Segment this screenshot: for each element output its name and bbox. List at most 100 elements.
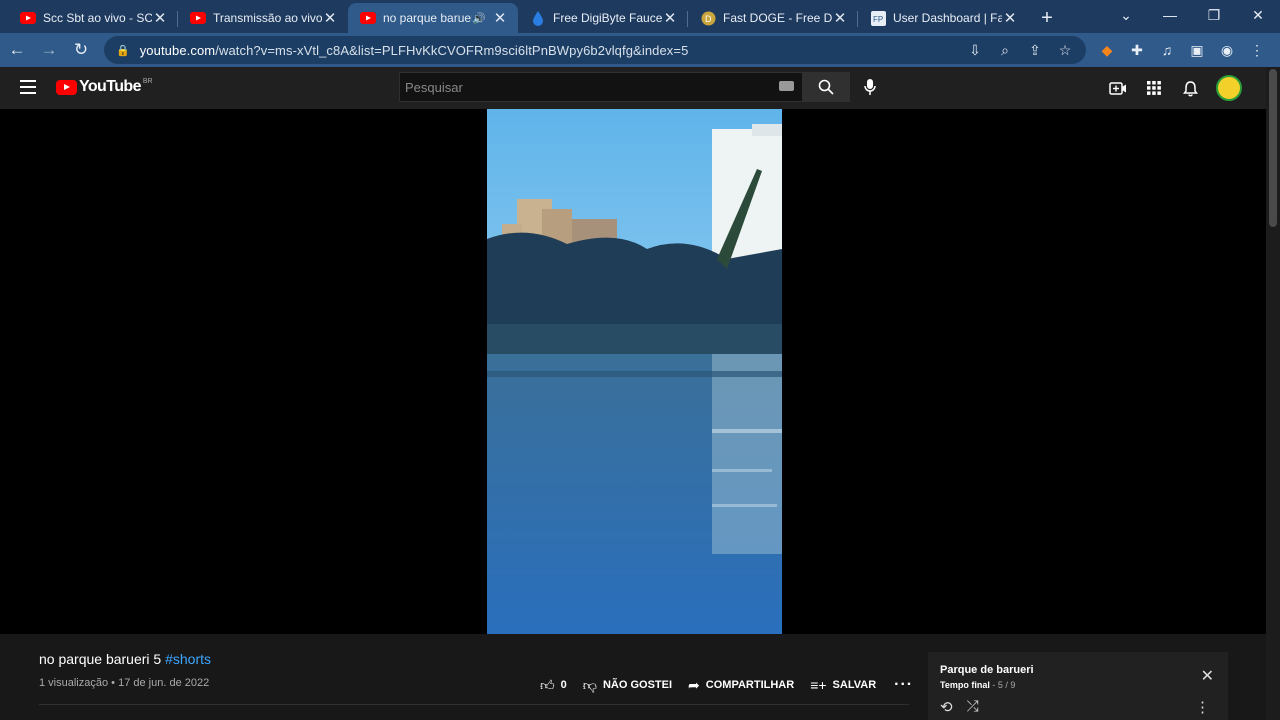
back-icon[interactable]: ←	[2, 35, 32, 65]
logo-text: YouTube	[79, 78, 141, 95]
side-panel-icon[interactable]: ▣	[1182, 42, 1212, 59]
zoom-icon[interactable]: ⌕	[990, 42, 1020, 59]
scrollbar-thumb[interactable]	[1269, 69, 1277, 227]
digibyte-drop-icon	[530, 10, 546, 26]
youtube-icon	[360, 10, 376, 26]
close-tab-icon[interactable]: ✕	[152, 9, 168, 27]
close-playlist-icon[interactable]: ✕	[1201, 666, 1214, 686]
url-text[interactable]: youtube.com/watch?v=ms-xVtl_c8A&list=PLF…	[140, 43, 689, 58]
search-input[interactable]: Pesquisar	[399, 72, 803, 102]
close-tab-icon[interactable]: ✕	[1002, 9, 1018, 27]
video-player[interactable]	[0, 109, 1266, 634]
browser-tab[interactable]: Scc Sbt ao vivo - SCC ✕	[8, 3, 178, 33]
window-controls: ⌄ — ❐ ✕	[1104, 0, 1280, 30]
install-icon[interactable]: ⇩	[960, 42, 990, 59]
microphone-icon[interactable]	[860, 77, 880, 97]
omnibox-actions: ⇩ ⌕ ⇪ ☆	[960, 36, 1080, 64]
user-avatar[interactable]	[1216, 75, 1242, 101]
notifications-bell-icon[interactable]	[1172, 80, 1208, 97]
playlist-owner-status: Tempo final	[940, 680, 990, 690]
playlist-menu-icon[interactable]: ⋮	[1195, 698, 1210, 716]
url-host: youtube.com	[139, 42, 216, 58]
close-tab-icon[interactable]: ✕	[832, 9, 848, 27]
share-arrow-icon: ➦	[688, 676, 700, 693]
share-icon[interactable]: ⇪	[1020, 42, 1050, 59]
close-tab-icon[interactable]: ✕	[662, 9, 678, 27]
loop-playlist-icon[interactable]: ⟲	[940, 698, 953, 716]
reload-icon[interactable]: ↻	[66, 35, 96, 65]
share-label: COMPARTILHAR	[705, 679, 795, 691]
dislike-button[interactable]: 👎︎ NÃO GOSTEI	[583, 677, 672, 694]
url-path: /watch?v=ms-xVtl_c8A&list=PLFHvKkCVOFRm9…	[215, 42, 689, 58]
bookmark-star-icon[interactable]: ☆	[1050, 42, 1080, 59]
svg-text:D: D	[705, 14, 712, 24]
browser-toolbar: ← → ↻ 🔒 youtube.com/watch?v=ms-xVtl_c8A&…	[0, 33, 1280, 67]
extensions-puzzle-icon[interactable]: ✚	[1122, 42, 1152, 59]
browser-tab[interactable]: Free DigiByte Faucet ✕	[518, 3, 688, 33]
browser-tab[interactable]: D Fast DOGE - Free Dog ✕	[688, 3, 858, 33]
dislike-label: NÃO GOSTEI	[602, 679, 673, 691]
extensions-area: ◆ ✚ ♫ ▣ ◉ ⋮	[1092, 33, 1272, 67]
playlist-panel: Parque de barueri Tempo final - 5 / 9 ✕ …	[928, 652, 1228, 720]
like-button[interactable]: 👍︎ 0	[540, 677, 567, 694]
header-actions	[1100, 75, 1242, 101]
meta-separator: •	[111, 677, 116, 689]
close-window-icon[interactable]: ✕	[1236, 0, 1280, 30]
metamask-fox-icon[interactable]: ◆	[1092, 42, 1122, 59]
youtube-logo[interactable]: YouTube BR	[56, 78, 153, 96]
address-bar[interactable]: 🔒 youtube.com/watch?v=ms-xVtl_c8A&list=P…	[104, 36, 1086, 64]
video-title-text: no parque barueri 5	[39, 651, 162, 667]
playlist-subtitle: Tempo final - 5 / 9	[940, 680, 1015, 690]
close-tab-icon[interactable]: ✕	[492, 9, 508, 27]
restore-icon[interactable]: ❐	[1192, 0, 1236, 30]
dogecoin-icon: D	[700, 10, 716, 26]
hashtag-link[interactable]: #shorts	[165, 651, 211, 667]
playlist-add-icon: ≡+	[810, 677, 827, 693]
search-button[interactable]	[802, 72, 850, 102]
search-placeholder: Pesquisar	[405, 79, 463, 95]
speaker-icon[interactable]: 🔊	[472, 12, 486, 25]
youtube-play-icon	[56, 79, 77, 95]
playlist-position: - 5 / 9	[992, 680, 1016, 690]
browser-menu-icon[interactable]: ⋮	[1242, 42, 1272, 59]
region-code: BR	[142, 77, 153, 85]
save-label: SALVAR	[832, 679, 877, 691]
tab-title: Transmissão ao vivo -	[213, 11, 322, 25]
video-info: no parque barueri 5 #shorts 1 visualizaç…	[0, 634, 1266, 720]
browser-tab[interactable]: FP User Dashboard | Fau ✕	[858, 3, 1028, 33]
search-icon	[818, 79, 834, 95]
more-actions-icon[interactable]: ···	[894, 676, 913, 694]
video-scene-image	[487, 109, 782, 634]
video-meta: 1 visualização • 17 de jun. de 2022	[39, 677, 209, 689]
apps-grid-icon[interactable]	[1136, 81, 1172, 95]
save-button[interactable]: ≡+ SALVAR	[810, 677, 876, 693]
svg-text:FP: FP	[873, 15, 883, 24]
close-tab-icon[interactable]: ✕	[322, 9, 338, 27]
browser-tab-active[interactable]: no parque barueri 🔊 ✕	[348, 3, 518, 33]
tab-search-chevron-icon[interactable]: ⌄	[1104, 0, 1148, 30]
playlist-title[interactable]: Parque de barueri	[940, 664, 1034, 676]
hamburger-menu-icon[interactable]	[20, 80, 36, 98]
media-control-icon[interactable]: ♫	[1152, 42, 1182, 58]
create-video-icon[interactable]	[1100, 81, 1136, 95]
lock-icon[interactable]: 🔒	[116, 44, 130, 57]
keyboard-icon[interactable]	[779, 81, 794, 91]
profile-avatar-icon[interactable]: ◉	[1212, 42, 1242, 59]
thumbs-up-icon: 👍︎	[540, 676, 555, 693]
video-frame[interactable]	[487, 109, 782, 634]
playlist-controls: ⟲ ⤮	[940, 698, 993, 716]
new-tab-icon[interactable]: +	[1032, 3, 1062, 33]
tab-title: no parque barueri	[383, 11, 473, 25]
browser-tab[interactable]: Transmissão ao vivo - ✕	[178, 3, 348, 33]
tab-title: Free DigiByte Faucet	[553, 11, 662, 25]
page-scrollbar[interactable]	[1266, 67, 1280, 720]
tab-title: Fast DOGE - Free Dog	[723, 11, 832, 25]
shuffle-icon[interactable]: ⤮	[967, 698, 979, 716]
minimize-icon[interactable]: —	[1148, 0, 1192, 30]
fp-icon: FP	[870, 10, 886, 26]
share-button[interactable]: ➦ COMPARTILHAR	[688, 677, 794, 694]
browser-tab-strip: Scc Sbt ao vivo - SCC ✕ Transmissão ao v…	[0, 0, 1280, 33]
youtube-icon	[190, 10, 206, 26]
youtube-icon	[20, 10, 36, 26]
forward-icon[interactable]: →	[34, 35, 64, 65]
